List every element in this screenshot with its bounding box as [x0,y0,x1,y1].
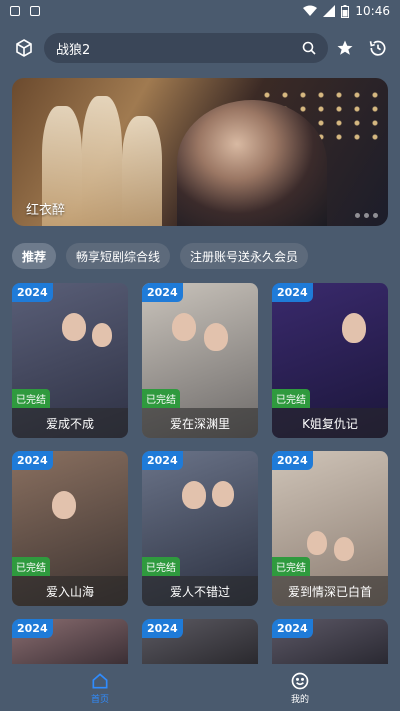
notification-icon [10,6,20,16]
banner-title: 红衣醉 [26,203,66,218]
card-title: 爱成不成 [12,408,128,438]
drama-card[interactable]: 2024 [142,619,258,664]
banner-image [177,100,327,226]
status-badge: 已完结 [272,389,310,408]
wifi-icon [303,5,318,16]
drama-card[interactable]: 2024 已完结 爱成不成 [12,283,128,438]
card-title: 爱在深渊里 [142,408,258,438]
search-value: 战狼2 [56,42,91,58]
clock: 10:46 [355,4,390,18]
carousel-dots [355,213,378,218]
banner-decoration [82,96,122,226]
nav-home-label: 首页 [90,694,109,705]
nav-home[interactable]: 首页 [0,664,200,711]
drama-card[interactable]: 2024 已完结 爱人不错过 [142,451,258,606]
favorite-star-icon[interactable] [336,39,354,57]
card-title: 爱入山海 [12,576,128,606]
status-badge: 已完结 [12,389,50,408]
card-title: 爱人不错过 [142,576,258,606]
cube-icon[interactable] [12,36,36,60]
battery-icon [341,4,350,18]
home-icon [92,672,108,688]
status-badge: 已完结 [12,557,50,576]
nav-mine-label: 我的 [290,694,309,705]
year-badge: 2024 [142,619,183,638]
banner-decoration [122,116,162,226]
drama-card[interactable]: 2024 已完结 爱到情深已白首 [272,451,388,606]
card-title: 爱到情深已白首 [272,576,388,606]
year-badge: 2024 [272,451,313,470]
image-icon [30,6,40,16]
year-badge: 2024 [142,283,183,302]
history-icon[interactable] [368,38,388,58]
year-badge: 2024 [12,619,53,638]
drama-card[interactable]: 2024 已完结 爱在深渊里 [142,283,258,438]
drama-card[interactable]: 2024 已完结 爱入山海 [12,451,128,606]
chip-register-vip[interactable]: 注册账号送永久会员 [180,243,309,269]
signal-icon [323,5,336,17]
top-bar: 战狼2 [0,30,400,66]
year-badge: 2024 [12,283,53,302]
year-badge: 2024 [272,283,313,302]
nav-mine[interactable]: 我的 [200,664,400,711]
year-badge: 2024 [142,451,183,470]
chip-short-drama-line[interactable]: 畅享短剧综合线 [66,243,171,269]
status-badge: 已完结 [142,557,180,576]
drama-card[interactable]: 2024 [12,619,128,664]
year-badge: 2024 [272,619,313,638]
card-title: K姐复仇记 [272,408,388,438]
status-badge: 已完结 [272,557,310,576]
status-badge: 已完结 [142,389,180,408]
drama-card[interactable]: 2024 已完结 K姐复仇记 [272,283,388,438]
chip-recommend[interactable]: 推荐 [12,243,57,269]
search-icon[interactable] [302,41,316,55]
smiley-icon [291,672,309,689]
search-input[interactable]: 战狼2 [44,33,328,63]
category-chips: 推荐 畅享短剧综合线 注册账号送永久会员 [12,243,309,269]
bottom-nav: 首页 我的 [0,664,400,711]
banner-carousel[interactable]: 红衣醉 [12,78,388,226]
year-badge: 2024 [12,451,53,470]
status-bar: 10:46 [0,0,400,22]
drama-card[interactable]: 2024 [272,619,388,664]
